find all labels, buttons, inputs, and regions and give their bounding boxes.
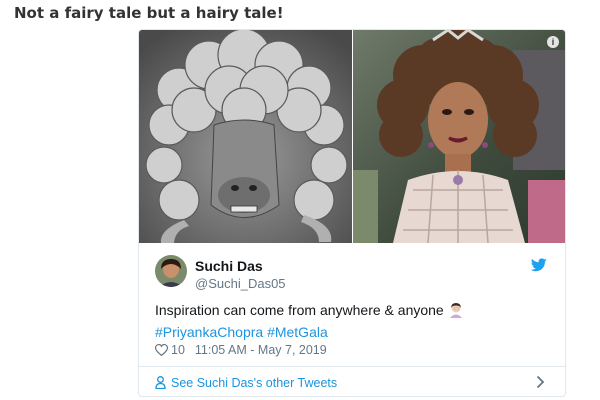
woman-curly-hair-photo[interactable]: i xyxy=(353,30,565,243)
tweet-text-line: Inspiration can come from anywhere & any… xyxy=(155,302,444,318)
author-handle[interactable]: @Suchi_Das05 xyxy=(195,276,286,291)
tweet-author[interactable]: Suchi Das @Suchi_Das05 xyxy=(155,255,555,291)
hashtag-link-metgala[interactable]: #MetGala xyxy=(267,324,328,340)
see-other-tweets-label[interactable]: See Suchi Das's other Tweets xyxy=(171,376,337,390)
sheep-photo[interactable] xyxy=(139,30,352,243)
divider xyxy=(139,366,565,367)
chevron-right-icon[interactable] xyxy=(536,375,545,389)
see-other-tweets-link[interactable]: See Suchi Das's other Tweets xyxy=(155,376,337,392)
like-count[interactable]: 10 xyxy=(171,343,185,357)
heart-icon[interactable] xyxy=(154,343,169,359)
avatar[interactable] xyxy=(155,255,187,287)
tweet-text: Inspiration can come from anywhere & any… xyxy=(155,301,535,342)
woman-facepalm-emoji-icon xyxy=(448,302,464,323)
info-icon[interactable]: i xyxy=(547,36,559,48)
hashtag-link-priyankachopra[interactable]: #PriyankaChopra xyxy=(155,324,263,340)
person-icon xyxy=(155,376,166,392)
tweet-media[interactable]: i xyxy=(139,30,565,243)
tweet-timestamp[interactable]: 11:05 AM - May 7, 2019 xyxy=(195,343,327,357)
page-headline: Not a fairy tale but a hairy tale! xyxy=(14,4,284,22)
twitter-bird-icon[interactable] xyxy=(531,258,547,272)
tweet-meta: 10 11:05 AM - May 7, 2019 xyxy=(154,343,327,359)
author-name[interactable]: Suchi Das xyxy=(195,258,263,274)
embedded-tweet-card[interactable]: i Suchi Das @Suchi_Das05 Inspiration can… xyxy=(138,29,566,397)
